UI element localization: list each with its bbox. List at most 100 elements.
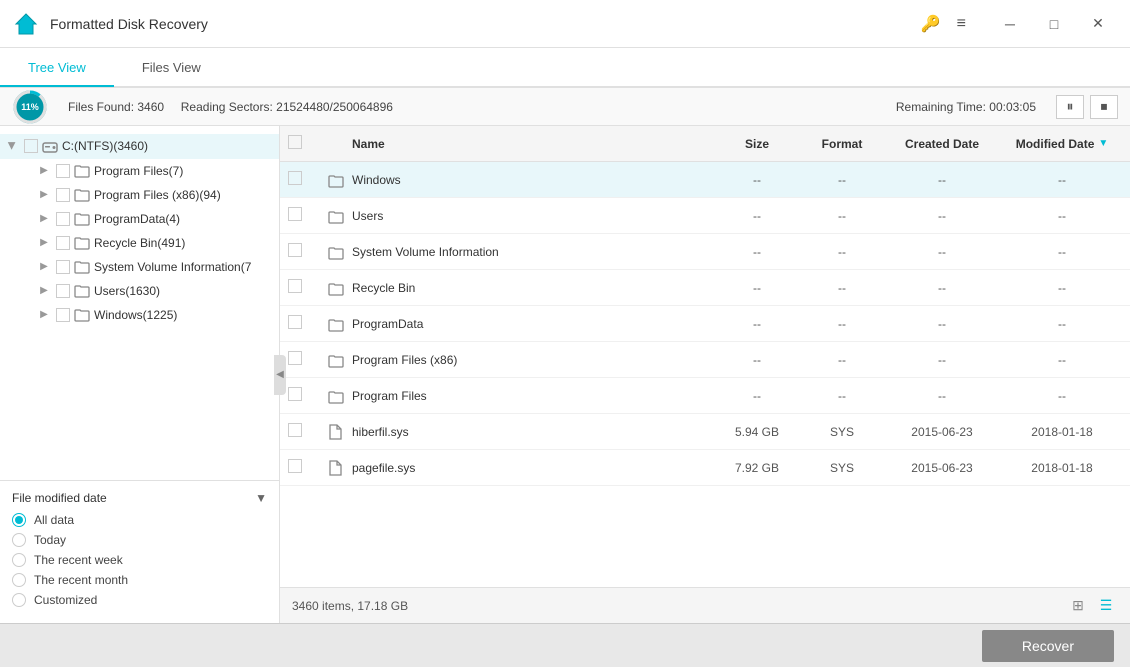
row-modified: -- [1002,389,1122,403]
row-modified: -- [1002,245,1122,259]
table-row[interactable]: hiberfil.sys 5.94 GB SYS 2015-06-23 2018… [280,414,1130,450]
filter-option[interactable]: All data [12,513,267,527]
tree-child-node[interactable]: ▶ Windows(1225) [16,303,279,327]
row-checkbox-cell [288,315,328,332]
row-modified: -- [1002,317,1122,331]
row-checkbox[interactable] [288,351,302,365]
tree-child-node[interactable]: ▶ Recycle Bin(491) [16,231,279,255]
minimize-button[interactable]: ─ [990,9,1030,39]
col-created-header[interactable]: Created Date [882,137,1002,151]
row-file-icon [328,423,352,440]
row-format: -- [802,317,882,331]
tree-root-node[interactable]: ▶ C:(NTFS)(3460) [0,134,279,159]
folder-icon [74,307,90,323]
row-checkbox[interactable] [288,315,302,329]
maximize-button[interactable]: □ [1034,9,1074,39]
tab-tree-view[interactable]: Tree View [0,49,114,87]
table-row[interactable]: pagefile.sys 7.92 GB SYS 2015-06-23 2018… [280,450,1130,486]
row-checkbox[interactable] [288,459,302,473]
row-checkbox[interactable] [288,423,302,437]
filter-option[interactable]: The recent month [12,573,267,587]
filter-option[interactable]: The recent week [12,553,267,567]
tree-arrow-child[interactable]: ▶ [36,259,52,275]
key-icon[interactable]: 🔑 [921,14,941,34]
row-format: -- [802,209,882,223]
menu-icon[interactable]: ≡ [957,15,966,33]
titlebar-controls: 🔑 ≡ ─ □ ✕ [921,9,1118,39]
tree-arrow-child[interactable]: ▶ [36,283,52,299]
close-button[interactable]: ✕ [1078,9,1118,39]
tree-arrow-child[interactable]: ▶ [36,307,52,323]
table-row[interactable]: System Volume Information -- -- -- -- [280,234,1130,270]
table-row[interactable]: Recycle Bin -- -- -- -- [280,270,1130,306]
tab-files-view[interactable]: Files View [114,49,229,87]
filter-option[interactable]: Customized [12,593,267,607]
row-checkbox[interactable] [288,387,302,401]
table-row[interactable]: Program Files (x86) -- -- -- -- [280,342,1130,378]
tree-child-node[interactable]: ▶ ProgramData(4) [16,207,279,231]
tree-checkbox-child[interactable] [56,212,70,226]
folder-icon [74,259,90,275]
grid-view-button[interactable]: ⊞ [1066,594,1090,618]
radio-button[interactable] [12,513,26,527]
radio-button[interactable] [12,553,26,567]
filter-header[interactable]: File modified date ▼ [12,491,267,505]
folder-icon [74,187,90,203]
pause-button[interactable]: ⏸ [1056,95,1084,119]
col-modified-header[interactable]: Modified Date ▼ [1002,137,1122,151]
tree-arrow-child[interactable]: ▶ [36,187,52,203]
tree-checkbox-child[interactable] [56,308,70,322]
table-header: Name Size Format Created Date Modified D… [280,126,1130,162]
filter-option[interactable]: Today [12,533,267,547]
row-format: -- [802,281,882,295]
row-name: hiberfil.sys [352,425,712,439]
row-created: -- [882,245,1002,259]
tree-arrow-child[interactable]: ▶ [36,235,52,251]
table-row[interactable]: Program Files -- -- -- -- [280,378,1130,414]
tree-child-node[interactable]: ▶ System Volume Information(7 [16,255,279,279]
tree-arrow-child[interactable]: ▶ [36,163,52,179]
sidebar: ▶ C:(NTFS)(3460) ▶ Program Files(7) [0,126,280,623]
list-view-button[interactable]: ☰ [1094,594,1118,618]
radio-button[interactable] [12,573,26,587]
row-checkbox[interactable] [288,279,302,293]
tree-children: ▶ Program Files(7) ▶ Program Files (x86)… [0,159,279,327]
row-modified: -- [1002,353,1122,367]
row-checkbox[interactable] [288,207,302,221]
col-format-header[interactable]: Format [802,137,882,151]
row-checkbox[interactable] [288,243,302,257]
radio-button[interactable] [12,593,26,607]
tree-child-node[interactable]: ▶ Program Files(7) [16,159,279,183]
table-row[interactable]: ProgramData -- -- -- -- [280,306,1130,342]
filter-option-label: The recent month [34,573,128,587]
row-name: Program Files [352,389,712,403]
recover-button[interactable]: Recover [982,630,1114,662]
table-row[interactable]: Windows -- -- -- -- [280,162,1130,198]
row-format: -- [802,245,882,259]
tree-arrow-root[interactable]: ▶ [4,138,20,154]
tree-checkbox-child[interactable] [56,188,70,202]
filter-option-label: All data [34,513,74,527]
tree-checkbox-child[interactable] [56,236,70,250]
panel-handle[interactable]: ◀ [274,355,286,395]
tree-checkbox-child[interactable] [56,284,70,298]
tree-checkbox-root[interactable] [24,139,38,153]
col-size-header[interactable]: Size [712,137,802,151]
tree-checkbox-child[interactable] [56,164,70,178]
row-checkbox[interactable] [288,171,302,185]
row-checkbox-cell [288,459,328,476]
col-name-header[interactable]: Name [352,137,712,151]
row-created: -- [882,389,1002,403]
tree-child-node[interactable]: ▶ Program Files (x86)(94) [16,183,279,207]
header-check[interactable] [288,135,328,152]
table-row[interactable]: Users -- -- -- -- [280,198,1130,234]
filter-collapse-icon[interactable]: ▼ [255,491,267,505]
tree-checkbox-child[interactable] [56,260,70,274]
row-modified: -- [1002,209,1122,223]
row-file-icon [328,171,352,187]
select-all-checkbox[interactable] [288,135,302,149]
tree-arrow-child[interactable]: ▶ [36,211,52,227]
radio-button[interactable] [12,533,26,547]
tree-child-node[interactable]: ▶ Users(1630) [16,279,279,303]
stop-button[interactable]: ⏹ [1090,95,1118,119]
